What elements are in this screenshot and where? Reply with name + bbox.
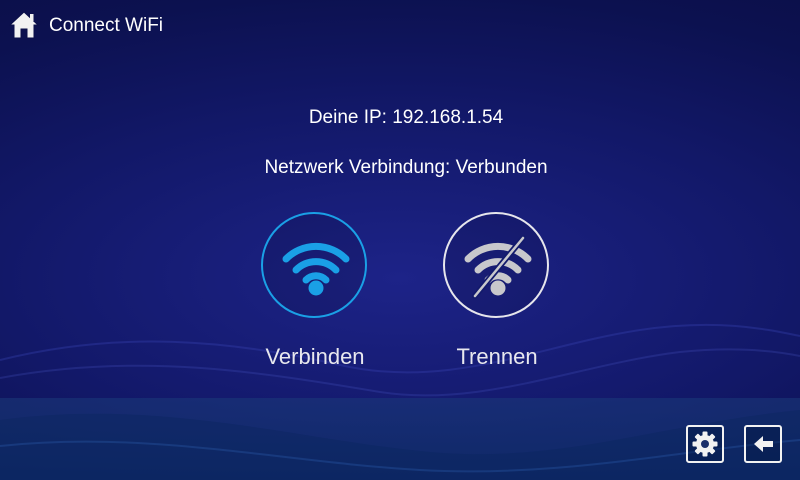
settings-button[interactable]: [686, 425, 724, 463]
home-icon: [8, 11, 40, 39]
disconnect-button[interactable]: Trennen: [436, 210, 558, 380]
connection-status-text: Netzwerk Verbindung: Verbunden: [264, 157, 548, 178]
home-button[interactable]: [8, 9, 40, 41]
disconnect-circle: [443, 212, 549, 318]
disconnect-label: Trennen: [456, 344, 538, 369]
top-bar: Connect WiFi: [0, 0, 800, 54]
connect-button[interactable]: Verbinden: [255, 210, 375, 380]
bottom-bar: [0, 398, 800, 480]
wifi-icon: [282, 242, 350, 296]
page-title: Connect WiFi: [49, 15, 164, 36]
connect-circle: [261, 212, 367, 318]
connect-label: Verbinden: [265, 344, 365, 369]
back-button[interactable]: [744, 425, 782, 463]
arrow-left-icon: [754, 436, 773, 452]
ip-address-text: Deine IP: 192.168.1.54: [308, 107, 504, 128]
wifi-off-icon: [464, 235, 532, 299]
gear-icon: [692, 431, 718, 457]
